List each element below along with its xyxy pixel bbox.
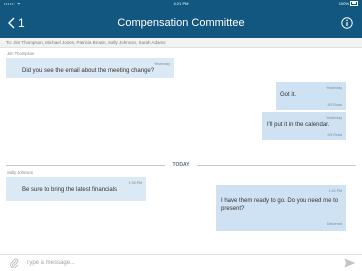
status-time: 4:21 PM xyxy=(173,1,189,6)
battery-percent: 100% xyxy=(338,1,349,6)
message-composer xyxy=(0,254,362,271)
message-text: Be sure to bring the latest financials xyxy=(22,187,118,193)
message-text: Got it. xyxy=(280,92,297,98)
recipients-list: To: Jim Thompson, Michael Jones, Patrici… xyxy=(0,38,362,48)
message-text: I'll put it in the calendar. xyxy=(267,122,330,128)
outgoing-message[interactable]: 1:40 PM I have them ready to go. Do you … xyxy=(216,185,346,231)
divider-line xyxy=(197,165,356,166)
read-status: 3/5 Read xyxy=(327,103,342,107)
incoming-message[interactable]: Yesterday Did you see the email about th… xyxy=(6,58,174,78)
paperclip-icon[interactable] xyxy=(9,258,19,268)
outgoing-message[interactable]: Yesterday Got it. 3/5 Read xyxy=(276,82,346,110)
navigation-bar: 1 Compensation Committee xyxy=(0,8,362,38)
message-input[interactable] xyxy=(26,257,326,269)
status-bar: •••••◦ ᯤ 4:21 PM 100% xyxy=(0,0,362,8)
incoming-message[interactable]: 1:35 PM Be sure to bring the latest fina… xyxy=(6,177,146,201)
battery-icon xyxy=(350,0,358,6)
message-time: 1:35 PM xyxy=(128,181,142,185)
message-time: 1:40 PM xyxy=(328,189,342,193)
read-status: 2/5 Read xyxy=(327,133,342,137)
send-icon[interactable] xyxy=(344,258,356,268)
battery-indicator: 100% xyxy=(339,0,358,8)
message-sender: Sally Johnson xyxy=(7,170,34,175)
message-thread[interactable]: Jim Thompson Yesterday Did you see the e… xyxy=(0,49,362,249)
message-time: Yesterday xyxy=(326,86,342,90)
message-text: Did you see the email about the meeting … xyxy=(22,68,155,74)
message-sender: Jim Thompson xyxy=(7,51,35,56)
delivery-status: Delivered xyxy=(326,222,342,226)
conversation-title: Compensation Committee xyxy=(117,17,245,29)
date-divider: TODAY xyxy=(0,161,362,169)
message-time: Yesterday xyxy=(154,62,170,66)
message-text: I have them ready to go. Do you need me … xyxy=(221,198,339,212)
message-time: Yesterday xyxy=(326,116,342,120)
outgoing-message[interactable]: Yesterday I'll put it in the calendar. 2… xyxy=(262,112,346,140)
info-icon[interactable] xyxy=(341,17,353,29)
